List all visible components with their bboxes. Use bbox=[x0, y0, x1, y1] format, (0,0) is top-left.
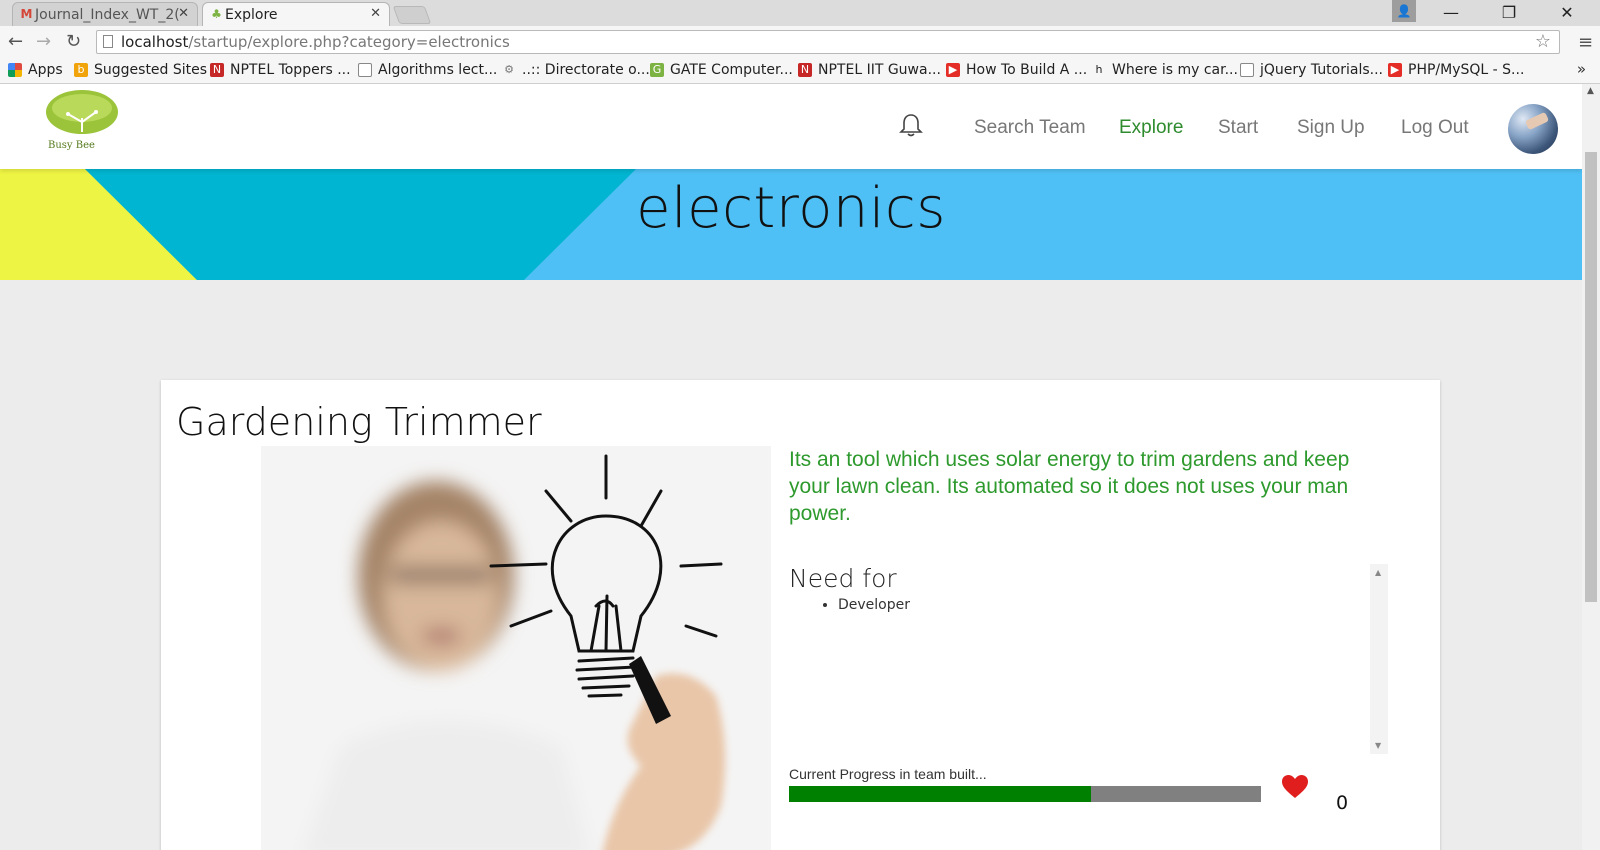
gmail-icon: M bbox=[20, 7, 33, 21]
bookmarks-bar: Apps b Suggested Sites N NPTEL Toppers .… bbox=[0, 58, 1600, 84]
url-path: /startup/explore.php?category=electronic… bbox=[188, 33, 510, 51]
bookmark-star-icon[interactable]: ☆ bbox=[1535, 31, 1551, 53]
team-progress-fill bbox=[789, 786, 1092, 802]
bookmark-jquery[interactable]: jQuery Tutorials... bbox=[1240, 62, 1383, 78]
bookmark-apps[interactable]: Apps bbox=[8, 62, 63, 78]
url-host: localhost bbox=[121, 33, 189, 51]
nav-log-out[interactable]: Log Out bbox=[1401, 117, 1469, 139]
close-window-button[interactable]: ✕ bbox=[1544, 0, 1590, 26]
bookmark-how-to-build[interactable]: ▶ How To Build A ... bbox=[946, 62, 1087, 78]
ch-icon: h bbox=[1095, 63, 1103, 76]
bookmark-directorate[interactable]: ⚙ ..:: Directorate o... bbox=[502, 62, 650, 78]
profile-icon[interactable]: 👤 bbox=[1392, 0, 1416, 22]
page-scrollbar-thumb[interactable] bbox=[1585, 152, 1597, 602]
category-banner: electronics bbox=[0, 169, 1582, 280]
browser-menu-icon[interactable]: ≡ bbox=[1578, 32, 1593, 53]
needs-panel: Need for Developer bbox=[789, 564, 1379, 754]
site-header: Busy Bee Search Team Explore Start Sign … bbox=[0, 84, 1582, 169]
nptel-icon: N bbox=[210, 63, 224, 77]
logo-text: Busy Bee bbox=[48, 140, 95, 151]
page-icon bbox=[358, 63, 372, 77]
bookmark-label: NPTEL Toppers ... bbox=[230, 62, 351, 78]
category-title: electronics bbox=[636, 176, 946, 241]
progress-label: Current Progress in team built... bbox=[789, 766, 987, 782]
needs-heading: Need for bbox=[789, 564, 897, 593]
idea-card: Gardening Trimmer Its an tool which uses… bbox=[161, 380, 1440, 850]
gear-icon: ⚙ bbox=[504, 63, 514, 76]
idea-title: Gardening Trimmer bbox=[176, 400, 542, 444]
idea-description: Its an tool which uses solar energy to t… bbox=[789, 448, 1350, 525]
tab-journal-index[interactable]: M Journal_Index_WT_2( ✕ bbox=[12, 2, 198, 26]
bookmark-label: PHP/MySQL - S... bbox=[1408, 62, 1525, 78]
bookmark-algorithms[interactable]: Algorithms lect... bbox=[358, 62, 497, 78]
scroll-up-icon[interactable]: ▲ bbox=[1375, 568, 1381, 577]
scroll-down-icon[interactable]: ▼ bbox=[1375, 741, 1381, 750]
reload-icon[interactable]: ↻ bbox=[66, 32, 81, 52]
needs-scrollbar[interactable]: ▲ ▼ bbox=[1370, 564, 1388, 754]
bookmark-label: Where is my car... bbox=[1112, 62, 1238, 78]
tab-title: Journal_Index_WT_2( bbox=[35, 6, 180, 23]
close-tab-icon[interactable]: ✕ bbox=[178, 6, 189, 21]
bookmark-label: Algorithms lect... bbox=[378, 62, 498, 78]
new-tab-button[interactable] bbox=[392, 6, 432, 24]
nav-start[interactable]: Start bbox=[1218, 117, 1258, 139]
needs-list: Developer bbox=[789, 597, 1379, 613]
tree-icon: ♣ bbox=[211, 7, 222, 21]
scroll-up-icon[interactable]: ▲ bbox=[1587, 86, 1594, 96]
bookmark-label: Suggested Sites bbox=[94, 62, 208, 78]
gate-icon: G bbox=[650, 63, 664, 77]
nptel-icon: N bbox=[798, 63, 812, 77]
busy-bee-logo[interactable]: Busy Bee bbox=[42, 88, 122, 152]
needs-list-item: Developer bbox=[838, 597, 1379, 613]
address-bar-row: ← → ↻ localhost/startup/explore.php?cate… bbox=[0, 26, 1600, 58]
youtube-icon: ▶ bbox=[946, 63, 960, 77]
tab-title: Explore bbox=[225, 6, 278, 23]
nav-explore[interactable]: Explore bbox=[1119, 117, 1183, 139]
youtube-icon: ▶ bbox=[1388, 63, 1402, 77]
bookmark-label: How To Build A ... bbox=[966, 62, 1088, 78]
bookmark-label: GATE Computer... bbox=[670, 62, 793, 78]
bookmark-nptel-iit[interactable]: N NPTEL IIT Guwa... bbox=[798, 62, 941, 78]
page-viewport: Busy Bee Search Team Explore Start Sign … bbox=[0, 84, 1582, 850]
idea-lightbulb-image bbox=[261, 446, 771, 850]
minimize-button[interactable]: — bbox=[1428, 0, 1474, 26]
nav-sign-up[interactable]: Sign Up bbox=[1297, 117, 1365, 139]
bookmark-php-mysql[interactable]: ▶ PHP/MySQL - S... bbox=[1388, 62, 1524, 78]
bing-icon: b bbox=[74, 63, 88, 77]
bookmark-label: ..:: Directorate o... bbox=[522, 62, 650, 78]
bookmark-label: Apps bbox=[28, 62, 63, 78]
close-tab-icon[interactable]: ✕ bbox=[370, 6, 381, 21]
page-icon bbox=[103, 35, 113, 48]
like-count: 0 bbox=[1336, 792, 1349, 814]
like-heart-icon[interactable] bbox=[1281, 774, 1309, 800]
back-icon[interactable]: ← bbox=[8, 32, 23, 52]
page-scrollbar[interactable]: ▲ bbox=[1582, 84, 1600, 850]
tab-explore[interactable]: ♣ Explore ✕ bbox=[202, 2, 390, 26]
notification-bell-icon[interactable] bbox=[898, 112, 924, 138]
forward-icon[interactable]: → bbox=[36, 32, 51, 52]
browser-tab-bar: M Journal_Index_WT_2( ✕ ♣ Explore ✕ 👤 — … bbox=[0, 0, 1600, 26]
bookmark-label: jQuery Tutorials... bbox=[1260, 62, 1383, 78]
user-avatar[interactable] bbox=[1508, 104, 1558, 154]
nav-search-team[interactable]: Search Team bbox=[974, 117, 1086, 139]
bookmark-gate[interactable]: G GATE Computer... bbox=[650, 62, 793, 78]
apps-grid-icon bbox=[8, 63, 22, 77]
team-progress-bar bbox=[789, 786, 1261, 802]
page-icon bbox=[1240, 63, 1254, 77]
bookmark-where-is-my-car[interactable]: h Where is my car... bbox=[1092, 62, 1238, 78]
url-input[interactable]: localhost/startup/explore.php?category=e… bbox=[96, 30, 1560, 54]
bookmark-nptel-toppers[interactable]: N NPTEL Toppers ... bbox=[210, 62, 351, 78]
more-bookmarks-icon[interactable]: » bbox=[1577, 60, 1586, 78]
bookmark-suggested-sites[interactable]: b Suggested Sites bbox=[74, 62, 207, 78]
restore-button[interactable]: ❐ bbox=[1486, 0, 1532, 26]
bookmark-label: NPTEL IIT Guwa... bbox=[818, 62, 941, 78]
